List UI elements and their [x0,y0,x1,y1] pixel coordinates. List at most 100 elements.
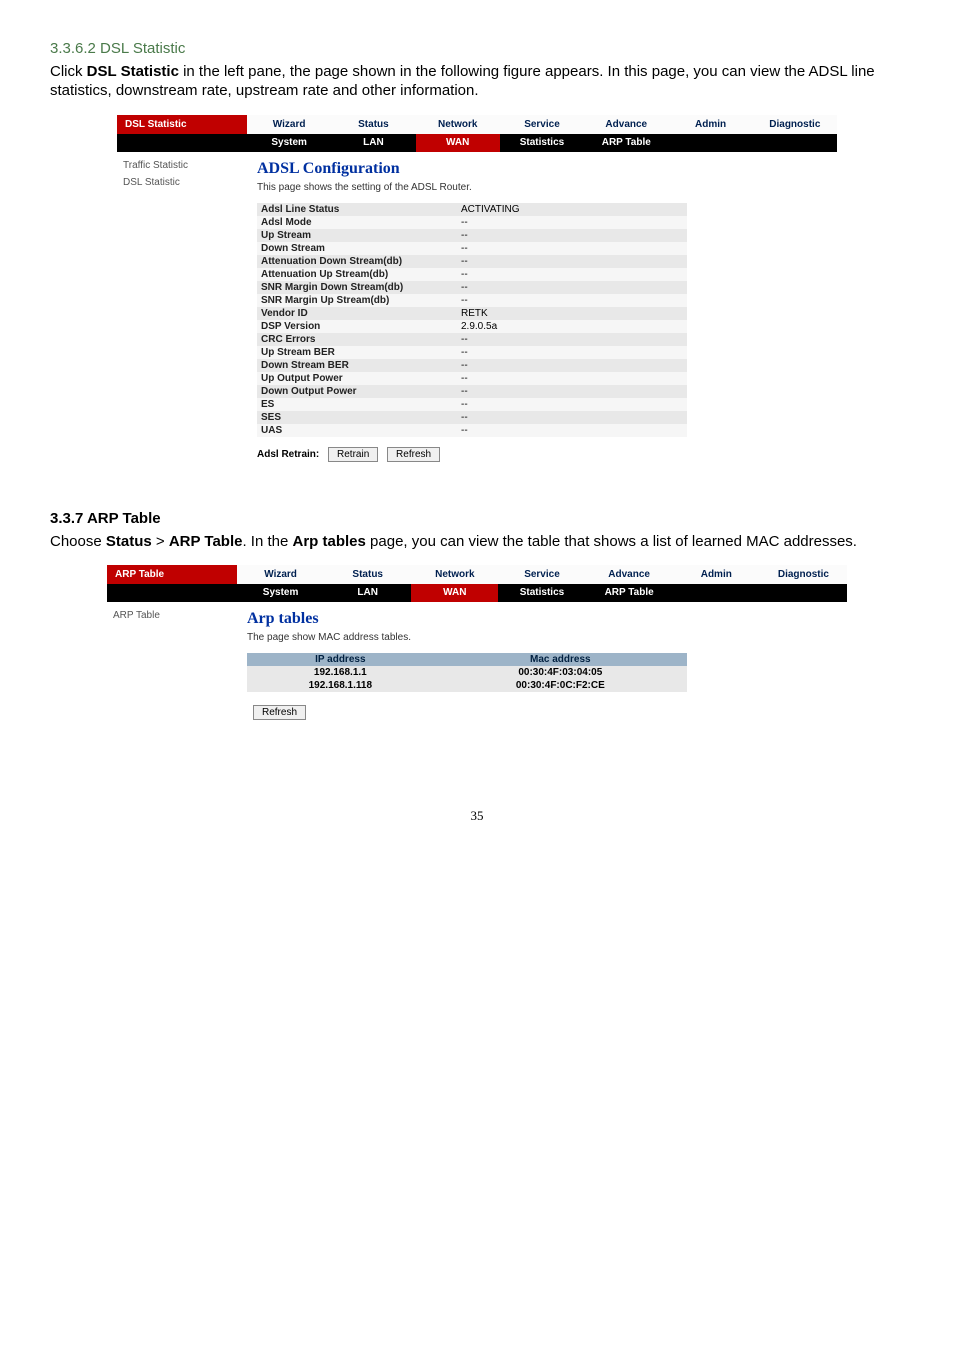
p-bold: Status [106,533,152,550]
table-row: Adsl Line StatusACTIVATING [257,203,687,216]
content-area: ADSL Configuration This page shows the s… [247,152,837,470]
stat-value: -- [457,424,687,437]
page-number: 35 [50,808,904,824]
subnav-system[interactable]: System [237,584,324,602]
section-heading-337: 3.3.7 ARP Table [50,510,904,527]
subnav-blank [673,584,847,602]
stat-value: -- [457,255,687,268]
retrain-button[interactable]: Retrain [328,447,378,462]
side-pane: ARP Table [107,602,237,728]
stat-value: -- [457,242,687,255]
stat-label: Down Output Power [257,385,457,398]
table-row: Attenuation Down Stream(db)-- [257,255,687,268]
nav-service[interactable]: Service [500,115,584,134]
stat-label: Attenuation Down Stream(db) [257,255,457,268]
stat-value: -- [457,411,687,424]
subnav-arp-table[interactable]: ARP Table [586,584,673,602]
panel-title: ARP Table [107,565,237,584]
th-mac: Mac address [434,653,687,666]
table-row: Up Stream-- [257,229,687,242]
ip-cell: 192.168.1.1 [247,666,434,679]
panel-title: DSL Statistic [117,115,247,134]
stat-label: Up Stream BER [257,346,457,359]
stat-value: -- [457,398,687,411]
stat-value: ACTIVATING [457,203,687,216]
ip-cell: 192.168.1.118 [247,679,434,692]
stat-label: DSP Version [257,320,457,333]
stat-value: RETK [457,307,687,320]
subnav-statistics[interactable]: Statistics [500,134,584,152]
table-row: Adsl Mode-- [257,216,687,229]
side-arp-table[interactable]: ARP Table [113,610,231,621]
retrain-row: Adsl Retrain: Retrain Refresh [257,447,827,462]
nav-network[interactable]: Network [416,115,500,134]
refresh-button[interactable]: Refresh [387,447,440,462]
subnav-lan[interactable]: LAN [324,584,411,602]
arp-tables-title: Arp tables [247,610,837,628]
table-row: Vendor IDRETK [257,307,687,320]
main-area: ARP Table Arp tables The page show MAC a… [107,602,847,728]
main-area: Traffic Statistic DSL Statistic ADSL Con… [117,152,837,470]
table-row: Down Output Power-- [257,385,687,398]
subnav-statistics[interactable]: Statistics [498,584,585,602]
nav-admin[interactable]: Admin [668,115,752,134]
nav-advance[interactable]: Advance [584,115,668,134]
subnav-pad [107,584,237,602]
dsl-statistic-screenshot: DSL Statistic Wizard Status Network Serv… [117,115,837,470]
p-text: Click [50,63,87,80]
p-bold: Arp tables [293,533,366,550]
subnav-wan[interactable]: WAN [411,584,498,602]
sub-nav-row: System LAN WAN Statistics ARP Table [107,584,847,602]
subnav-lan[interactable]: LAN [331,134,415,152]
sub-nav-row: System LAN WAN Statistics ARP Table [117,134,837,152]
side-pane: Traffic Statistic DSL Statistic [117,152,247,470]
p-bold: ARP Table [169,533,243,550]
stat-value: -- [457,229,687,242]
stat-label: SNR Margin Up Stream(db) [257,294,457,307]
nav-advance[interactable]: Advance [586,565,673,584]
th-ip: IP address [247,653,434,666]
nav-status[interactable]: Status [331,115,415,134]
stat-label: Down Stream BER [257,359,457,372]
subnav-blank [668,134,837,152]
adsl-stats-table: Adsl Line StatusACTIVATINGAdsl Mode--Up … [257,203,687,437]
subnav-arp-table[interactable]: ARP Table [584,134,668,152]
side-dsl-statistic[interactable]: DSL Statistic [123,177,241,188]
stat-label: Up Output Power [257,372,457,385]
nav-network[interactable]: Network [411,565,498,584]
retrain-label: Adsl Retrain: [257,449,319,460]
table-row: Down Stream BER-- [257,359,687,372]
adsl-config-title: ADSL Configuration [257,160,827,178]
p-text: page, you can view the table that shows … [366,533,857,550]
nav-admin[interactable]: Admin [673,565,760,584]
table-row: SNR Margin Down Stream(db)-- [257,281,687,294]
nav-diagnostic[interactable]: Diagnostic [760,565,847,584]
table-row: Down Stream-- [257,242,687,255]
nav-status[interactable]: Status [324,565,411,584]
stat-label: Vendor ID [257,307,457,320]
table-row: Up Output Power-- [257,372,687,385]
subnav-system[interactable]: System [247,134,331,152]
stat-value: 2.9.0.5a [457,320,687,333]
mac-cell: 00:30:4F:0C:F2:CE [434,679,687,692]
nav-wizard[interactable]: Wizard [237,565,324,584]
nav-wizard[interactable]: Wizard [247,115,331,134]
stat-label: SNR Margin Down Stream(db) [257,281,457,294]
section-heading-3362: 3.3.6.2 DSL Statistic [50,40,904,57]
nav-service[interactable]: Service [498,565,585,584]
top-nav-row: ARP Table Wizard Status Network Service … [107,565,847,584]
stat-value: -- [457,372,687,385]
p-bold: DSL Statistic [87,63,179,80]
refresh-button[interactable]: Refresh [253,705,306,720]
table-row: CRC Errors-- [257,333,687,346]
p-text: > [152,533,169,550]
table-row: 192.168.1.11800:30:4F:0C:F2:CE [247,679,687,692]
stat-value: -- [457,294,687,307]
stat-value: -- [457,281,687,294]
subnav-wan[interactable]: WAN [416,134,500,152]
table-row: UAS-- [257,424,687,437]
side-traffic-statistic[interactable]: Traffic Statistic [123,160,241,171]
arp-tables-subtitle: The page show MAC address tables. [247,632,837,643]
nav-diagnostic[interactable]: Diagnostic [753,115,837,134]
table-row: Up Stream BER-- [257,346,687,359]
